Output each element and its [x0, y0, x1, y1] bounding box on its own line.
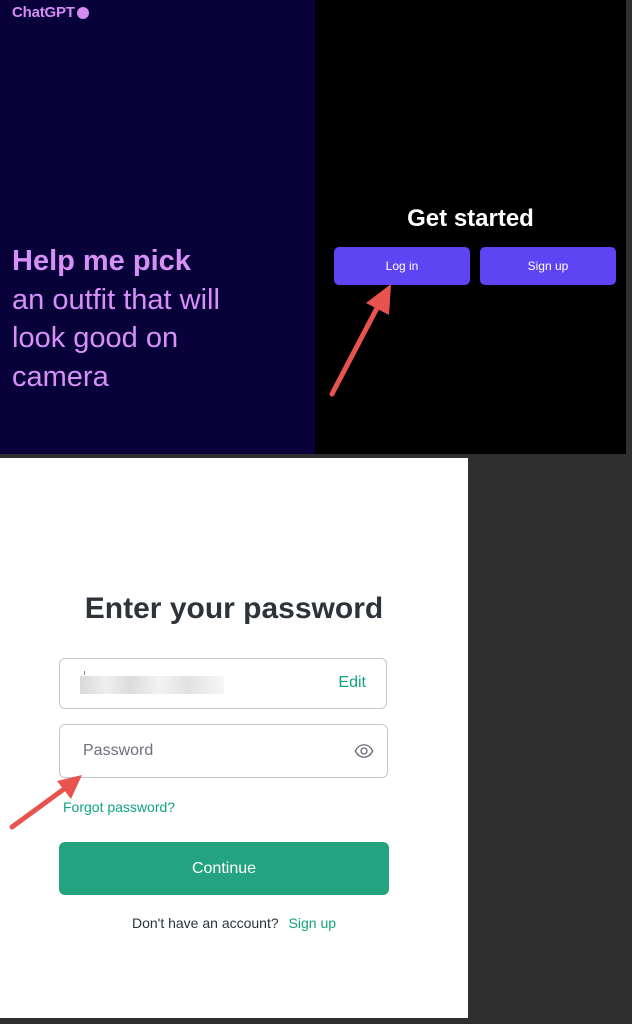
page-title: Enter your password	[84, 592, 384, 625]
signup-button[interactable]: Sign up	[480, 247, 616, 285]
no-account-text: Don't have an account?	[131, 915, 279, 931]
redacted-email	[80, 676, 224, 694]
auth-panel: Get started Log in Sign up	[315, 0, 626, 454]
signup-prompt: Don't have an account? Sign up	[0, 915, 468, 931]
headline-line-3: camera	[12, 360, 109, 393]
password-card: Enter your password Edit Forgot password…	[0, 458, 468, 1018]
chatgpt-logo: ChatGPT	[12, 4, 89, 21]
logo-text: ChatGPT	[12, 4, 75, 21]
redaction-mark	[84, 671, 85, 675]
get-started-heading: Get started	[407, 205, 534, 232]
background-area	[468, 458, 632, 1024]
password-input[interactable]	[61, 726, 341, 776]
continue-button[interactable]: Continue	[59, 842, 389, 895]
divider-strip	[626, 0, 632, 454]
headline-line-2: look good on	[12, 322, 179, 354]
logo-dot-icon	[76, 6, 89, 19]
headline-strong: Help me pick	[12, 245, 191, 277]
edit-email-link[interactable]: Edit	[338, 674, 366, 692]
email-field: Edit	[59, 658, 387, 709]
onboarding-screen: ChatGPT Help me pick an outfit that will…	[0, 0, 626, 454]
forgot-password-link[interactable]: Forgot password?	[63, 799, 175, 815]
eye-icon[interactable]	[353, 741, 375, 761]
login-button[interactable]: Log in	[334, 247, 470, 285]
hero-panel: ChatGPT Help me pick an outfit that will…	[0, 0, 315, 454]
headline-line-1: an outfit that will	[12, 283, 220, 316]
hero-headline: Help me pick an outfit that will look go…	[12, 242, 220, 396]
signup-link[interactable]: Sign up	[289, 915, 336, 931]
password-field	[59, 724, 388, 778]
